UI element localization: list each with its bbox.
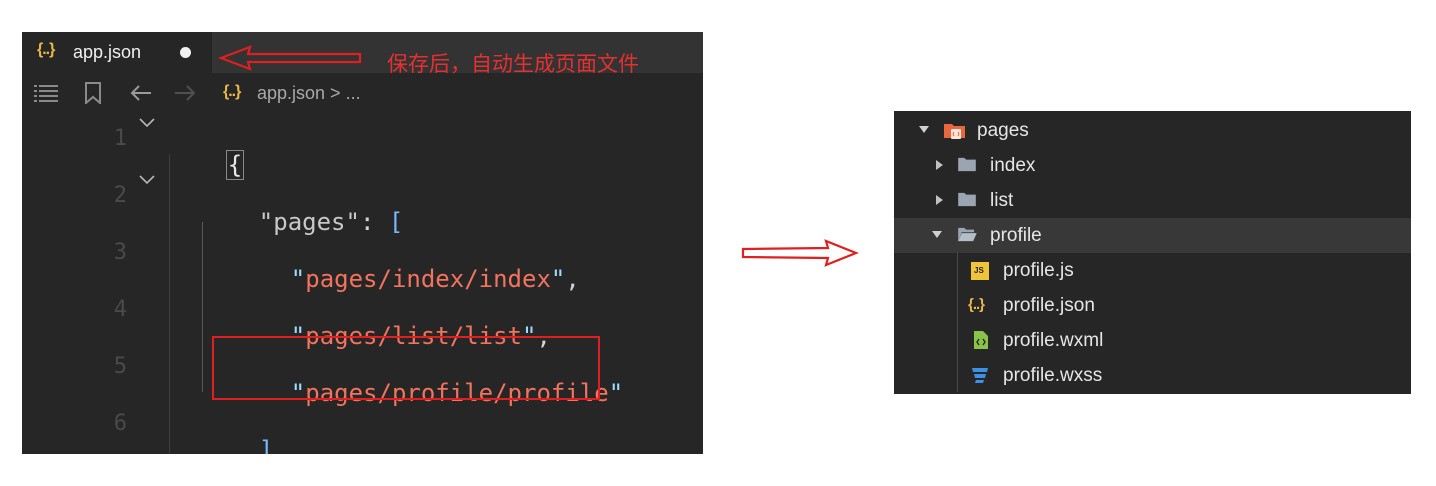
left-arrow-icon xyxy=(218,45,362,71)
open-bracket: [ xyxy=(388,208,404,236)
forward-arrow-icon[interactable] xyxy=(174,84,196,102)
editor-toolbar: {..} app.json > ... xyxy=(22,73,703,113)
list-icon[interactable] xyxy=(34,84,58,102)
tree-item-label: index xyxy=(990,155,1036,176)
chevron-right-icon[interactable] xyxy=(936,160,943,170)
chevron-down-icon[interactable] xyxy=(919,126,929,133)
annotation-text: 保存后，自动生成页面文件 xyxy=(387,52,639,76)
comma: , xyxy=(565,265,580,293)
wxml-file-icon xyxy=(974,331,988,349)
chevron-down-icon[interactable] xyxy=(139,175,155,185)
line-number: 6 xyxy=(113,411,127,436)
tree-item-label: profile.js xyxy=(1003,260,1074,281)
chevron-down-icon[interactable] xyxy=(139,118,155,128)
tree-item-pages[interactable]: pages xyxy=(894,113,1411,148)
folder-icon xyxy=(958,157,976,172)
tree-item-label: pages xyxy=(977,120,1029,141)
tree-item-index[interactable]: index xyxy=(894,148,1411,183)
tab-app-json[interactable]: {..} app.json xyxy=(22,32,212,73)
line-number: 1 xyxy=(113,126,127,151)
breadcrumb[interactable]: app.json > ... xyxy=(257,83,361,104)
line-number: 4 xyxy=(113,297,127,322)
unsaved-dot-icon[interactable] xyxy=(180,47,191,58)
string-value: pages/index/index xyxy=(305,265,551,293)
tree-item-list[interactable]: list xyxy=(894,183,1411,218)
key-pages: "pages" xyxy=(258,208,360,236)
tree-item-profile-json[interactable]: {..} profile.json xyxy=(894,288,1411,323)
colon: : xyxy=(359,208,389,236)
open-brace: { xyxy=(225,150,245,180)
tree-item-label: profile xyxy=(990,225,1042,246)
code-editor: {..} app.json {..} app.json > ... 1 2 3 … xyxy=(22,32,703,454)
json-braces-icon: {..} xyxy=(968,296,985,313)
json-braces-icon: {..} xyxy=(223,83,241,100)
tree-item-profile-js[interactable]: JS profile.js xyxy=(894,253,1411,288)
folder-icon xyxy=(958,192,976,207)
folder-open-icon xyxy=(958,227,977,242)
quote: " xyxy=(290,265,306,293)
css-file-icon xyxy=(972,368,988,383)
tree-item-label: profile.wxml xyxy=(1003,330,1104,351)
chevron-down-icon[interactable] xyxy=(932,231,942,238)
code-line-6: ], xyxy=(201,408,288,454)
chevron-right-icon[interactable] xyxy=(936,195,943,205)
tree-item-label: list xyxy=(990,190,1014,211)
pages-folder-icon xyxy=(944,124,965,139)
tree-item-label: profile.wxss xyxy=(1003,365,1103,386)
right-arrow-icon xyxy=(741,239,859,267)
tree-item-label: profile.json xyxy=(1003,295,1095,316)
line-number: 2 xyxy=(113,183,127,208)
quote: " xyxy=(550,265,566,293)
bookmark-icon[interactable] xyxy=(85,82,101,104)
tab-label: app.json xyxy=(73,42,142,62)
js-icon-text: JS xyxy=(974,266,984,275)
file-explorer: pages index list profile JS profile.js {… xyxy=(894,111,1411,394)
tree-item-profile-wxml[interactable]: profile.wxml xyxy=(894,323,1411,358)
line-number: 5 xyxy=(113,354,127,379)
close-bracket: ], xyxy=(258,436,288,454)
indent-guide xyxy=(957,252,958,392)
quote: " xyxy=(608,379,624,407)
line-number: 3 xyxy=(113,240,127,265)
highlight-box xyxy=(212,336,600,400)
tree-item-profile-wxss[interactable]: profile.wxss xyxy=(894,358,1411,393)
json-braces-icon: {..} xyxy=(37,41,55,58)
tree-item-profile[interactable]: profile xyxy=(894,218,1411,253)
back-arrow-icon[interactable] xyxy=(130,84,152,102)
